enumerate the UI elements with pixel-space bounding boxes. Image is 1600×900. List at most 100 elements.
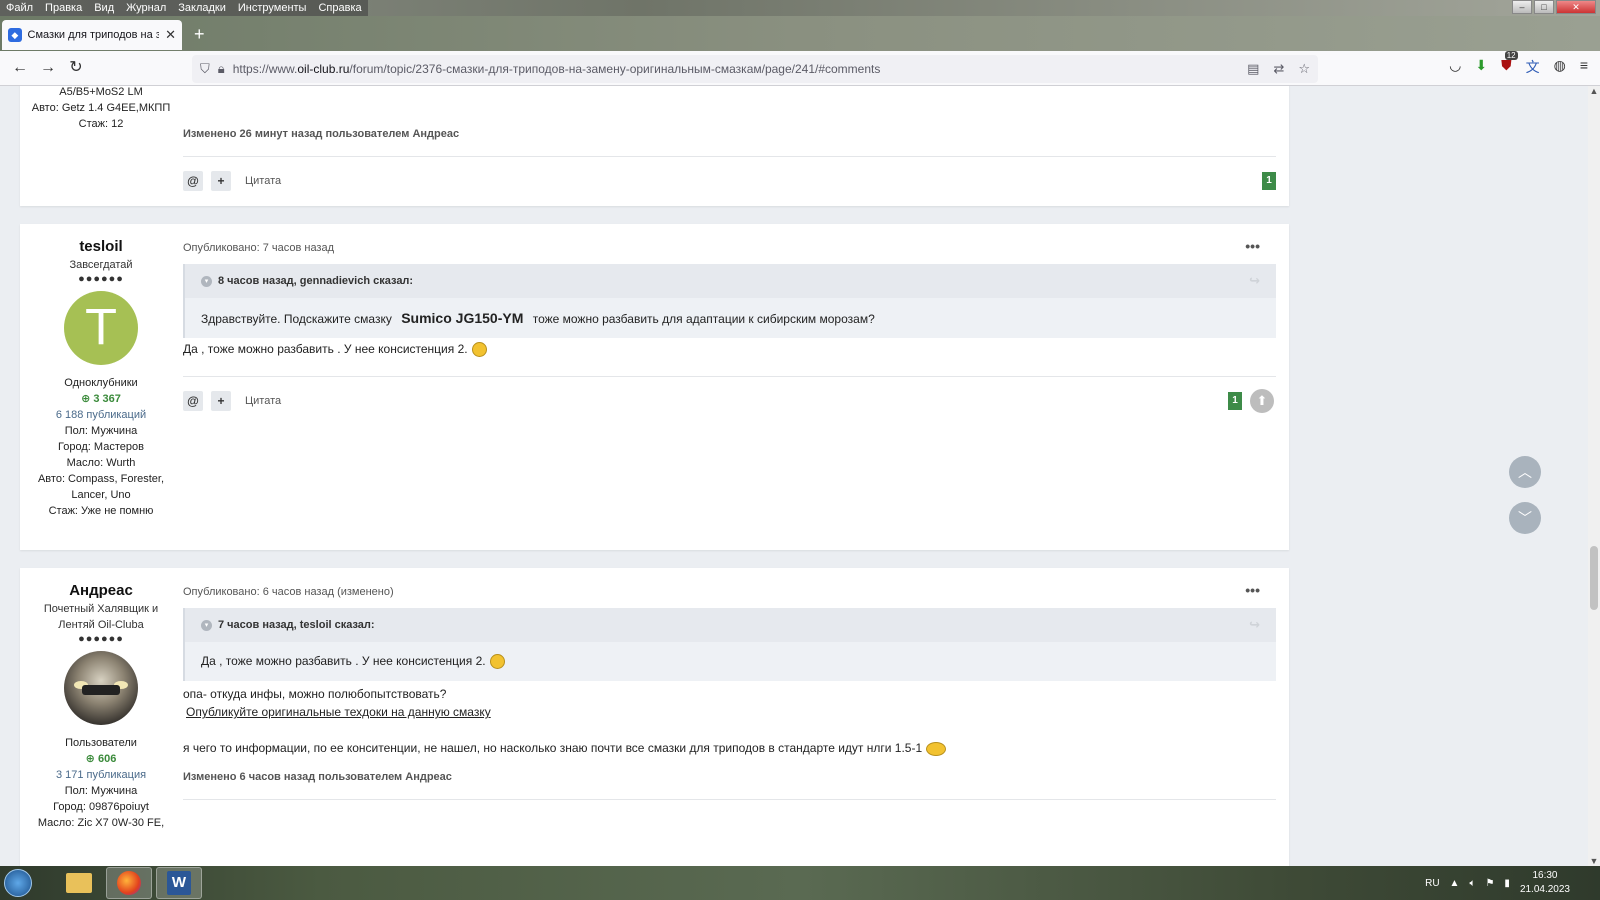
reputation-badge[interactable]: 1 (1262, 172, 1276, 190)
quote-block: ▾ 8 часов назад, gennadievich сказал: ↪ … (183, 264, 1276, 338)
system-tray: RU ▲ 🔈︎ ⚑ ▮ 16:30 21.04.2023 (1425, 866, 1570, 900)
globe-icon[interactable]: ◍ (1554, 57, 1566, 77)
post-options-icon[interactable]: ••• (1245, 582, 1260, 598)
post-link[interactable]: Опубликуйте оригинальные техдоки на данн… (183, 703, 1276, 721)
tab-close-icon[interactable]: ✕ (165, 27, 176, 43)
quote-citation: 8 часов назад, gennadievich сказал: (218, 275, 414, 287)
download-icon[interactable]: ⬇ (1475, 57, 1487, 77)
quote-block: ▾ 7 часов назад, tesloil сказал: ↪ Да , … (183, 608, 1276, 682)
author-publications[interactable]: 6 188 публикаций (20, 407, 182, 423)
menu-edit[interactable]: Правка (39, 0, 88, 16)
menu-tools[interactable]: Инструменты (232, 0, 313, 16)
author-group: Пользователи (65, 737, 137, 749)
reload-icon[interactable]: ↻ (62, 54, 90, 82)
translate-icon[interactable]: ⇄ (1273, 61, 1284, 77)
multiquote-button[interactable]: + (211, 391, 231, 411)
volume-icon[interactable]: 🔈︎ (1469, 878, 1475, 889)
menu-view[interactable]: Вид (88, 0, 120, 16)
bookmark-star-icon[interactable]: ☆ (1298, 61, 1310, 77)
post-options-icon[interactable]: ••• (1245, 238, 1260, 254)
author-auto: Авто: Getz 1.4 G4EE,МКПП (31, 102, 171, 114)
maximize-button[interactable]: □ (1534, 0, 1554, 14)
page-scrollbar[interactable]: ▲ ▼ (1588, 86, 1600, 866)
ublock-icon[interactable]: ⛊ 12 (1501, 51, 1518, 77)
forward-arrow-icon[interactable]: → (34, 54, 62, 82)
lock-icon[interactable]: 🔒︎ (218, 61, 225, 77)
forum-post: A5/B5+MoS2 LM Авто: Getz 1.4 G4EE,МКПП С… (20, 86, 1289, 206)
author-rank-cont: Лентяй Oil-Cluba (58, 619, 144, 631)
taskbar-firefox[interactable] (106, 867, 152, 899)
post-author-panel: Андреас Почетный Халявщик и Лентяй Oil-C… (20, 582, 182, 831)
pocket-icon[interactable]: ◡ (1449, 57, 1461, 77)
author-city: Город: Мастеров (58, 441, 144, 453)
post-divider (183, 799, 1276, 801)
start-button[interactable] (0, 866, 36, 900)
author-publications[interactable]: 3 171 публикация (20, 767, 182, 783)
author-group: Одноклубники (64, 377, 138, 389)
menu-bookmarks[interactable]: Закладки (172, 0, 232, 16)
author-auto-cont: Lancer, Uno (71, 489, 131, 501)
share-arrow-icon[interactable]: ↪ (1249, 617, 1260, 633)
reputation-value: 606 (97, 753, 117, 765)
mention-button[interactable]: @ (183, 391, 203, 411)
taskbar-explorer[interactable] (56, 867, 102, 899)
network-icon[interactable]: ▮ (1504, 878, 1510, 889)
quote-button[interactable]: Цитата (245, 175, 281, 187)
post-text-line1: опа- откуда инфы, можно полюбопытствоват… (183, 687, 447, 702)
post-date[interactable]: Опубликовано: 6 часов назад (изменено) (183, 586, 1276, 598)
author-name[interactable]: Андреас (20, 582, 182, 599)
scroll-thumb[interactable] (1590, 546, 1598, 610)
quote-text: Здравствуйте. Подскажите смазку Sumico J… (185, 298, 1276, 338)
mention-button[interactable]: @ (183, 171, 203, 191)
shield-icon[interactable]: ⛉ (200, 61, 210, 77)
reader-view-icon[interactable]: ▤ (1247, 61, 1259, 77)
collapse-icon[interactable]: ▾ (201, 275, 212, 287)
hamburger-menu-icon[interactable]: ≡ (1580, 57, 1588, 77)
menu-file[interactable]: Файл (0, 0, 39, 16)
post-text-line2-content: я чего то информации, по ее конситенции,… (183, 741, 923, 756)
reputation-badge[interactable]: 1 (1228, 392, 1242, 410)
post-text: Да , тоже можно разбавить . У нее консис… (183, 340, 1276, 358)
post-date[interactable]: Опубликовано: 7 часов назад (183, 242, 1276, 254)
new-tab-button[interactable]: + (194, 24, 205, 45)
minimize-button[interactable]: – (1512, 0, 1532, 14)
smiley-icon (926, 742, 947, 757)
multiquote-button[interactable]: + (211, 171, 231, 191)
tray-arrow-icon[interactable]: ▲ (1450, 878, 1460, 889)
menu-help[interactable]: Справка (312, 0, 367, 16)
author-gender: Пол: Мужчина (64, 785, 138, 797)
rank-pips: ●●●●●● (78, 633, 124, 645)
collapse-icon[interactable]: ▾ (201, 619, 212, 631)
edited-note: Изменено 6 часов назад пользователем Анд… (183, 771, 452, 784)
url-bar[interactable]: ⛉ 🔒︎ https://www.oil-club.ru/forum/topic… (192, 55, 1318, 83)
active-tab[interactable]: ◆ Смазки для триподов на замену ✕ (2, 20, 182, 50)
taskbar-word[interactable]: W (156, 867, 202, 899)
back-arrow-icon[interactable]: ← (6, 54, 34, 82)
author-name[interactable]: tesloil (20, 238, 182, 255)
scroll-down-button[interactable]: ﹀ (1509, 502, 1541, 534)
menu-history[interactable]: Журнал (120, 0, 172, 16)
scroll-down-arrow-icon[interactable]: ▼ (1588, 856, 1600, 866)
toolbar-extensions: ◡ ⬇ ⛊ 12 文 ◍ ≡ (1449, 51, 1588, 77)
quote-button[interactable]: Цитата (245, 395, 281, 407)
quote-header: ▾ 7 часов назад, tesloil сказал: ↪ (185, 608, 1276, 642)
language-indicator[interactable]: RU (1425, 878, 1439, 889)
clock[interactable]: 16:30 21.04.2023 (1520, 869, 1570, 897)
reputation-value: 3 367 (93, 393, 121, 405)
forum-post: tesloil Завсегдатай ●●●●●● T Одноклубник… (20, 224, 1289, 550)
avatar[interactable]: T (64, 291, 138, 365)
close-window-button[interactable]: ✕ (1556, 0, 1596, 14)
author-auto: Авто: Compass, Forester, (37, 473, 165, 485)
avatar[interactable] (64, 651, 138, 725)
scroll-up-arrow-icon[interactable]: ▲ (1588, 86, 1600, 96)
url-text[interactable]: https://www.oil-club.ru/forum/topic/2376… (233, 62, 881, 76)
upvote-arrow-icon[interactable]: ⬆ (1250, 389, 1274, 413)
share-arrow-icon[interactable]: ↪ (1249, 273, 1260, 289)
post-body: Опубликовано: 7 часов назад ••• ▾ 8 часо… (183, 238, 1276, 413)
scroll-up-button[interactable]: ︿ (1509, 456, 1541, 488)
flag-icon[interactable]: ⚑ (1485, 878, 1494, 889)
translator-icon[interactable]: 文 (1526, 57, 1540, 77)
techdoc-link[interactable]: Опубликуйте оригинальные техдоки на данн… (186, 705, 491, 719)
tab-title: Смазки для триподов на замену (27, 29, 160, 41)
folder-icon (66, 873, 92, 893)
